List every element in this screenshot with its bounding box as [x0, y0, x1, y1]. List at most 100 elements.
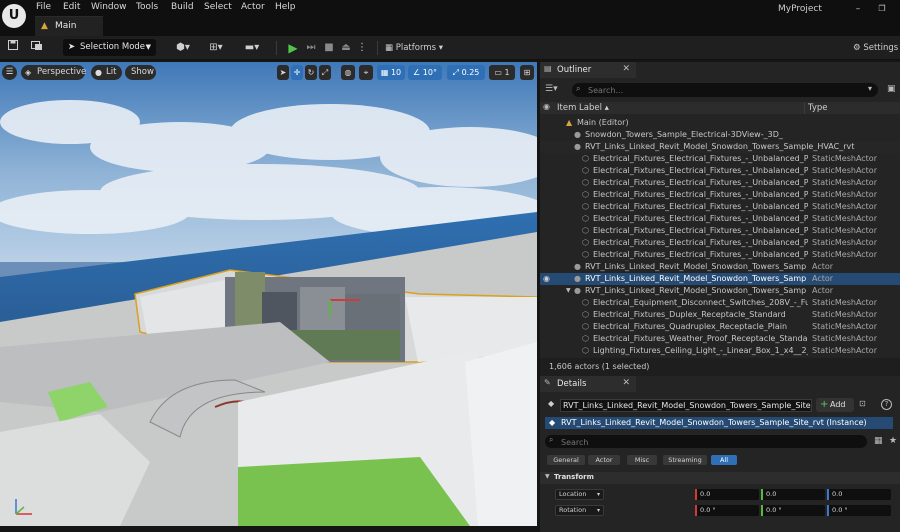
rotation-y-field[interactable]: 0.0 °: [761, 505, 825, 516]
column-divider[interactable]: [804, 102, 805, 114]
blueprint-convert-icon[interactable]: ⊡: [859, 399, 866, 408]
grid-snap-toggle[interactable]: ▦ 10: [377, 65, 405, 80]
minimize-button[interactable]: –: [851, 4, 865, 14]
menu-help[interactable]: Help: [275, 2, 296, 12]
rotation-label[interactable]: Rotation ▾: [555, 505, 604, 516]
play-options-icon[interactable]: ⋮: [357, 40, 367, 56]
help-icon[interactable]: ?: [881, 399, 892, 410]
tab-details[interactable]: ✎ Details ✕: [540, 376, 636, 392]
outliner-row[interactable]: ● RVT_Links_Linked_Revit_Model_Snowdon_To…: [540, 141, 900, 153]
world-space-icon[interactable]: ◍: [341, 65, 355, 80]
add-actor-icon[interactable]: ⬢▾: [171, 40, 195, 56]
filter-tab-general[interactable]: General: [547, 455, 585, 465]
show-button[interactable]: Show: [125, 65, 156, 80]
eject-icon[interactable]: ⏏: [339, 40, 353, 56]
step-icon[interactable]: ⏭: [304, 40, 318, 56]
actor-name-field[interactable]: RVT_Links_Linked_Revit_Model_Snowdon_Tow…: [560, 399, 812, 412]
filter-tab-streaming[interactable]: Streaming: [663, 455, 707, 465]
selection-mode-dropdown[interactable]: ➤ Selection Mode ▼: [63, 39, 156, 56]
outliner-row[interactable]: ⬡ Electrical_Fixtures_Duplex_Receptacle_S…: [540, 309, 900, 321]
add-component-button[interactable]: + Add: [816, 398, 854, 412]
viewport-scene[interactable]: [0, 62, 537, 526]
rotate-tool-icon[interactable]: ↻: [305, 65, 317, 80]
surface-snap-icon[interactable]: ⌖: [359, 65, 373, 80]
level-viewport[interactable]: ☰ ◈ Perspective ● Lit Show ➤ ✛ ↻ ⤢ ◍ ⌖ ▦…: [0, 62, 537, 526]
maximize-viewport-icon[interactable]: ⊞: [520, 65, 534, 80]
cinematics-icon[interactable]: ▬▾: [240, 40, 264, 56]
rotation-x-field[interactable]: 0.0 °: [695, 505, 759, 516]
close-icon[interactable]: ✕: [622, 378, 630, 388]
outliner-search-box[interactable]: ⌕ ▾: [572, 83, 878, 97]
rotation-z-field[interactable]: 0.0 °: [827, 505, 891, 516]
outliner-row[interactable]: ⬡ Electrical_Fixtures_Electrical_Fixtures…: [540, 249, 900, 261]
save-icon[interactable]: [6, 40, 20, 56]
outliner-row[interactable]: ⬡ Electrical_Fixtures_Electrical_Fixtures…: [540, 213, 900, 225]
filter-icon[interactable]: ☰▾: [545, 84, 565, 96]
outliner-row[interactable]: ⬡ Electrical_Fixtures_Electrical_Fixtures…: [540, 165, 900, 177]
menu-build[interactable]: Build: [171, 2, 194, 12]
outliner-row[interactable]: ⬡ Electrical_Fixtures_Electrical_Fixtures…: [540, 225, 900, 237]
menu-tools[interactable]: Tools: [136, 2, 158, 12]
outliner-row[interactable]: ⬡ Electrical_Fixtures_Quadruplex_Receptac…: [540, 321, 900, 333]
transform-section-header[interactable]: ▼ Transform: [540, 472, 900, 484]
filter-tab-misc[interactable]: Misc: [627, 455, 657, 465]
outliner-row[interactable]: ⬡ Electrical_Fixtures_Electrical_Fixtures…: [540, 201, 900, 213]
menu-actor[interactable]: Actor: [241, 2, 265, 12]
menu-select[interactable]: Select: [204, 2, 232, 12]
outliner-row[interactable]: ⬡ Lighting_Fixtures_Ceiling_Light_-_Linea…: [540, 345, 900, 357]
rotation-snap-toggle[interactable]: ∠ 10°: [408, 65, 442, 80]
outliner-row[interactable]: ▼ ● RVT_Links_Linked_Revit_Model_Snowdon_T…: [540, 285, 900, 297]
expand-arrow-icon[interactable]: ▼: [566, 285, 571, 297]
outliner-row[interactable]: ● RVT_Links_Linked_Revit_Model_Snowdon_To…: [540, 261, 900, 273]
location-y-field[interactable]: 0.0: [761, 489, 825, 500]
outliner-row[interactable]: ▲ Main (Editor): [540, 117, 900, 129]
column-item-label[interactable]: Item Label ▴: [557, 103, 609, 113]
details-search-input[interactable]: [561, 435, 821, 449]
tab-main-level[interactable]: ▲ Main: [35, 16, 103, 36]
location-label[interactable]: Location ▾: [555, 489, 604, 500]
outliner-row[interactable]: ⬡ Electrical_Equipment_Disconnect_Switche…: [540, 297, 900, 309]
eye-icon[interactable]: ◉: [543, 273, 550, 285]
outliner-row[interactable]: ⬡ Electrical_Fixtures_Weather_Proof_Recep…: [540, 333, 900, 345]
outliner-row[interactable]: ⬡ Electrical_Fixtures_Electrical_Fixtures…: [540, 189, 900, 201]
property-matrix-icon[interactable]: ▦: [874, 436, 883, 446]
unreal-logo-icon[interactable]: U: [2, 4, 26, 28]
perspective-button[interactable]: ◈ Perspective: [21, 65, 86, 80]
tab-outliner[interactable]: ▤ Outliner ✕: [540, 62, 636, 78]
chevron-down-icon[interactable]: ▾: [868, 84, 872, 93]
play-icon[interactable]: ▶: [286, 40, 300, 56]
translate-tool-icon[interactable]: ✛: [291, 65, 303, 80]
visibility-column-icon[interactable]: ◉: [543, 102, 550, 111]
close-icon[interactable]: ✕: [622, 64, 630, 74]
select-tool-icon[interactable]: ➤: [277, 65, 289, 80]
location-x-field[interactable]: 0.0: [695, 489, 759, 500]
content-browser-icon[interactable]: [29, 40, 45, 56]
component-instance-row[interactable]: ◆ RVT_Links_Linked_Revit_Model_Snowdon_T…: [545, 417, 893, 429]
outliner-row[interactable]: ● Snowdon_Towers_Sample_Electrical-3DView…: [540, 129, 900, 141]
outliner-row[interactable]: ⬡ Electrical_Fixtures_Electrical_Fixtures…: [540, 237, 900, 249]
platforms-dropdown[interactable]: ▦ Platforms ▾: [385, 40, 455, 56]
camera-speed-button[interactable]: ▭ 1: [489, 65, 515, 80]
menu-edit[interactable]: Edit: [63, 2, 80, 12]
column-type[interactable]: Type: [808, 103, 828, 113]
outliner-search-input[interactable]: [588, 83, 848, 97]
scale-snap-toggle[interactable]: ⤢ 0.25: [447, 65, 485, 80]
menu-window[interactable]: Window: [91, 2, 127, 12]
restore-button[interactable]: ❐: [875, 4, 889, 13]
filter-tab-all[interactable]: All: [711, 455, 737, 465]
details-search-box[interactable]: ⌕: [545, 435, 867, 449]
viewport-options-icon[interactable]: ☰: [2, 65, 17, 80]
add-folder-icon[interactable]: ▣: [887, 84, 896, 94]
location-z-field[interactable]: 0.0: [827, 489, 891, 500]
favorite-star-icon[interactable]: ★: [889, 436, 897, 446]
outliner-row[interactable]: ⬡ Electrical_Fixtures_Electrical_Fixtures…: [540, 177, 900, 189]
settings-button[interactable]: ⚙ Settings: [853, 40, 900, 56]
filter-tab-actor[interactable]: Actor: [588, 455, 620, 465]
lit-button[interactable]: ● Lit: [91, 65, 122, 80]
outliner-row[interactable]: ⬡ Electrical_Fixtures_Electrical_Fixtures…: [540, 153, 900, 165]
outliner-row[interactable]: ◉ ● RVT_Links_Linked_Revit_Model_Snowdon_T…: [540, 273, 900, 285]
scale-tool-icon[interactable]: ⤢: [319, 65, 331, 80]
stop-icon[interactable]: ■: [322, 40, 336, 56]
menu-file[interactable]: File: [36, 2, 51, 12]
blueprint-icon[interactable]: ⊞▾: [204, 40, 228, 56]
